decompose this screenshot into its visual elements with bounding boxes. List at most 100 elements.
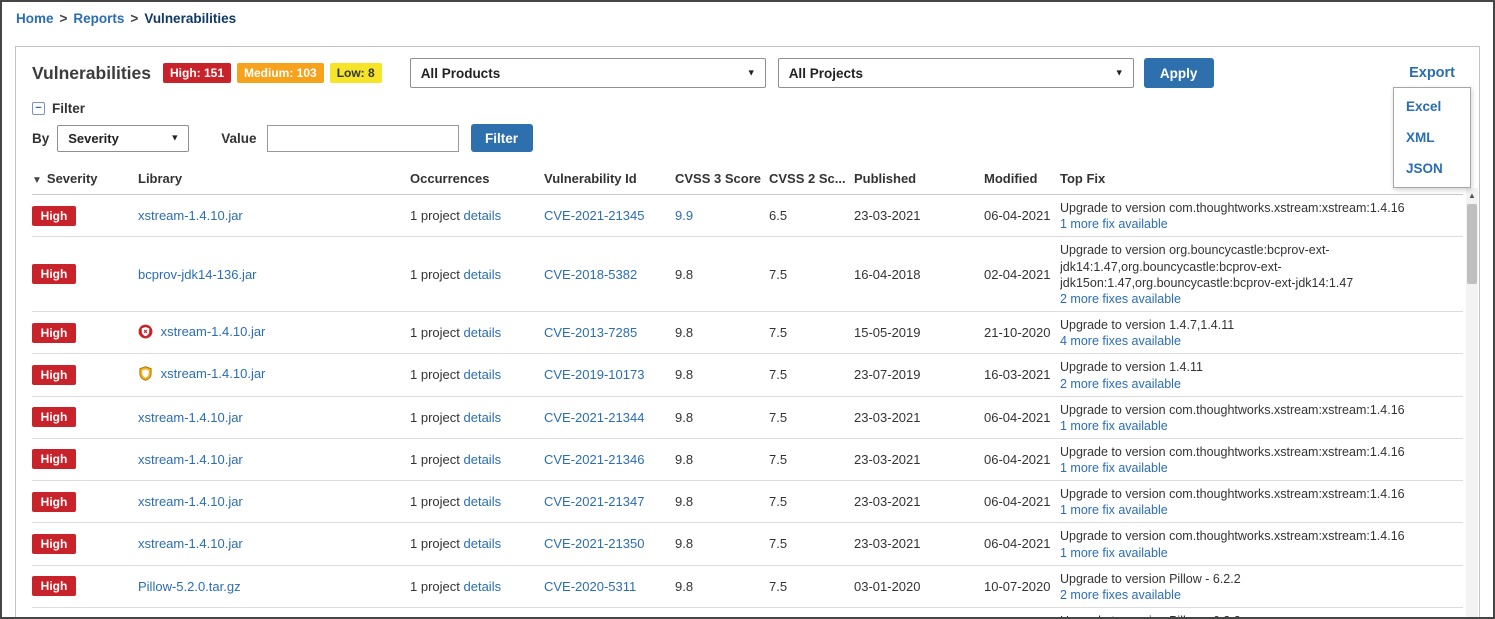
table-row: High xstream-1.4.10.jar 1 project detail…	[32, 396, 1463, 438]
filter-controls: By Severity ▼ Value Filter	[16, 116, 1479, 152]
cve-link[interactable]: CVE-2021-21346	[544, 452, 644, 467]
library-link[interactable]: xstream-1.4.10.jar	[161, 324, 266, 339]
more-fixes-link[interactable]: 1 more fix available	[1060, 217, 1168, 231]
col-library[interactable]: Library	[138, 165, 410, 195]
details-link[interactable]: details	[464, 579, 502, 594]
details-link[interactable]: details	[464, 536, 502, 551]
published-date: 23-03-2021	[854, 396, 984, 438]
cve-link[interactable]: CVE-2021-21350	[544, 536, 644, 551]
collapse-icon[interactable]: −	[32, 102, 45, 115]
cvss2-score: 7.5	[769, 396, 854, 438]
vertical-scrollbar[interactable]: ▲	[1466, 188, 1478, 618]
cve-link[interactable]: CVE-2021-21344	[544, 410, 644, 425]
cvss2-score: 7.5	[769, 523, 854, 565]
filter-button[interactable]: Filter	[471, 124, 533, 152]
library-link[interactable]: xstream-1.4.10.jar	[138, 452, 243, 467]
table-row: High Pillow-5.2.0.tar.gz 1 project detai…	[32, 565, 1463, 607]
table-header-row: ▼Severity Library Occurrences Vulnerabil…	[32, 165, 1463, 195]
cve-link[interactable]: CVE-2013-7285	[544, 325, 637, 340]
export-link[interactable]: Export	[1409, 65, 1455, 81]
cvss2-score: 6.5	[769, 195, 854, 237]
cve-link[interactable]: CVE-2021-21345	[544, 208, 644, 223]
more-fixes-link[interactable]: 1 more fix available	[1060, 461, 1168, 475]
table-row: High xstream-1.4.10.jar 1 project detail…	[32, 312, 1463, 354]
library-link[interactable]: xstream-1.4.10.jar	[138, 494, 243, 509]
library-link[interactable]: xstream-1.4.10.jar	[138, 208, 243, 223]
apply-button[interactable]: Apply	[1144, 58, 1214, 88]
page-title: Vulnerabilities	[32, 63, 151, 84]
cvss3-score: 9.8	[675, 312, 769, 354]
details-link[interactable]: details	[464, 410, 502, 425]
library-link[interactable]: xstream-1.4.10.jar	[138, 536, 243, 551]
products-select[interactable]: All Products ▼	[410, 58, 766, 88]
details-link[interactable]: details	[464, 494, 502, 509]
modified-date: 06-04-2021	[984, 481, 1060, 523]
breadcrumb-home-link[interactable]: Home	[16, 11, 54, 26]
scrollbar-thumb[interactable]	[1467, 204, 1477, 284]
more-fixes-link[interactable]: 1 more fix available	[1060, 419, 1168, 433]
occurrences-text: 1 project	[410, 494, 460, 509]
details-link[interactable]: details	[464, 367, 502, 382]
cvss2-score: 7.5	[769, 565, 854, 607]
cvss3-score: 9.8	[675, 565, 769, 607]
top-fix-text: Upgrade to version Pillow - 6.2.2	[1060, 613, 1457, 619]
table-row: High xstream-1.4.10.jar 1 project detail…	[32, 438, 1463, 480]
severity-badge: High	[32, 206, 76, 226]
cvss3-score: 9.8	[675, 523, 769, 565]
col-modified[interactable]: Modified	[984, 165, 1060, 195]
export-json-item[interactable]: JSON	[1394, 153, 1470, 184]
cve-link[interactable]: CVE-2020-5311	[544, 579, 636, 594]
breadcrumb-separator: >	[130, 11, 138, 26]
cve-link[interactable]: CVE-2018-5382	[544, 267, 637, 282]
library-link[interactable]: bcprov-jdk14-136.jar	[138, 267, 257, 282]
col-vulnerability-id[interactable]: Vulnerability Id	[544, 165, 675, 195]
top-fix-text: Upgrade to version com.thoughtworks.xstr…	[1060, 402, 1457, 418]
library-link[interactable]: Pillow-5.2.0.tar.gz	[138, 579, 241, 594]
export-excel-item[interactable]: Excel	[1394, 91, 1470, 122]
vulnerabilities-table: ▼Severity Library Occurrences Vulnerabil…	[32, 165, 1463, 619]
library-link[interactable]: xstream-1.4.10.jar	[138, 410, 243, 425]
filter-value-input[interactable]	[267, 125, 459, 152]
details-link[interactable]: details	[464, 208, 502, 223]
cve-link[interactable]: CVE-2019-10173	[544, 367, 644, 382]
more-fixes-link[interactable]: 1 more fix available	[1060, 503, 1168, 517]
more-fixes-link[interactable]: 2 more fixes available	[1060, 292, 1181, 306]
severity-badge: High	[32, 534, 76, 554]
col-cvss2-score[interactable]: CVSS 2 Sc...	[769, 165, 854, 195]
vulnerabilities-report-page: Home>Reports>Vulnerabilities Vulnerabili…	[0, 0, 1495, 619]
export-xml-item[interactable]: XML	[1394, 122, 1470, 153]
library-link[interactable]: xstream-1.4.10.jar	[161, 366, 266, 381]
cve-link[interactable]: CVE-2021-21347	[544, 494, 644, 509]
col-published[interactable]: Published	[854, 165, 984, 195]
projects-select[interactable]: All Projects ▼	[778, 58, 1134, 88]
col-occurrences[interactable]: Occurrences	[410, 165, 544, 195]
export-menu: Excel XML JSON	[1393, 87, 1471, 188]
modified-date: 06-04-2021	[984, 195, 1060, 237]
more-fixes-link[interactable]: 2 more fixes available	[1060, 377, 1181, 391]
filter-by-select[interactable]: Severity ▼	[57, 125, 189, 152]
occurrences-text: 1 project	[410, 536, 460, 551]
breadcrumb-reports-link[interactable]: Reports	[73, 11, 124, 26]
vuln-table-body: High xstream-1.4.10.jar 1 project detail…	[32, 195, 1463, 619]
modified-date: 10-07-2020	[984, 565, 1060, 607]
vulnerabilities-panel: Vulnerabilities High: 151 Medium: 103 Lo…	[15, 46, 1480, 619]
details-link[interactable]: details	[464, 267, 502, 282]
published-date: 23-07-2019	[854, 354, 984, 396]
col-severity[interactable]: ▼Severity	[32, 165, 138, 195]
medium-count-badge: Medium: 103	[237, 63, 324, 83]
details-link[interactable]: details	[464, 452, 502, 467]
more-fixes-link[interactable]: 2 more fixes available	[1060, 588, 1181, 602]
more-fixes-link[interactable]: 4 more fixes available	[1060, 334, 1181, 348]
severity-badge: High	[32, 492, 76, 512]
high-count-badge: High: 151	[163, 63, 231, 83]
cvss2-score: 7.5	[769, 312, 854, 354]
severity-badge: High	[32, 365, 76, 385]
cvss3-score: 9.8	[675, 237, 769, 312]
col-cvss3-score[interactable]: CVSS 3 Score	[675, 165, 769, 195]
top-fix-text: Upgrade to version org.bouncycastle:bcpr…	[1060, 242, 1457, 291]
scroll-up-icon[interactable]: ▲	[1466, 188, 1478, 202]
top-fix-text: Upgrade to version Pillow - 6.2.2	[1060, 571, 1457, 587]
details-link[interactable]: details	[464, 325, 502, 340]
more-fixes-link[interactable]: 1 more fix available	[1060, 546, 1168, 560]
top-fix-text: Upgrade to version com.thoughtworks.xstr…	[1060, 486, 1457, 502]
